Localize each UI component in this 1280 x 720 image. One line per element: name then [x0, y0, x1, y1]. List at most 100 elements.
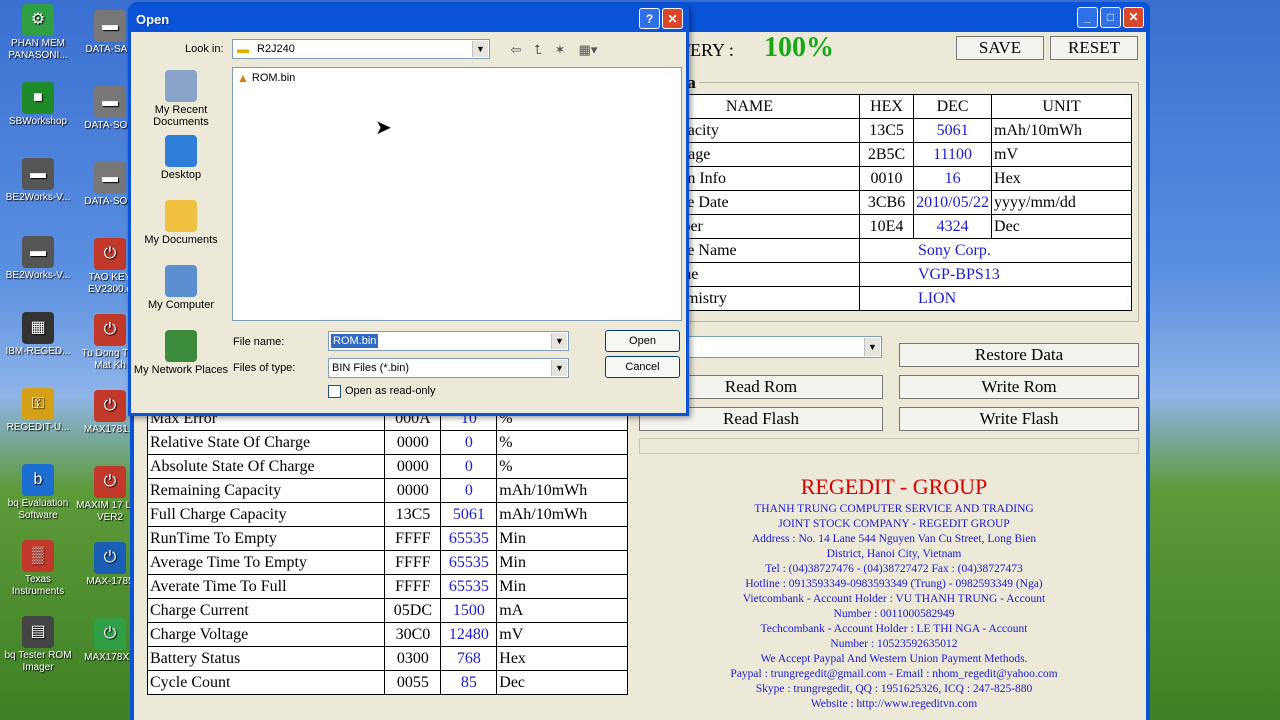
- info-line: We Accept Paypal And Western Union Payme…: [760, 653, 1028, 665]
- look-in-select[interactable]: ▬ R2J240 ▼: [232, 39, 490, 59]
- info-line: Address : No. 14 Lane 544 Nguyen Van Cu …: [751, 533, 1037, 545]
- cell-dec: 65535: [440, 526, 498, 551]
- file-item-rom[interactable]: ▲ ROM.bin: [237, 71, 295, 85]
- cell-hex: 0000: [384, 478, 442, 503]
- desktop-icon-item[interactable]: ■ SBWorkshop: [2, 82, 74, 128]
- power-icon: ⏻: [94, 542, 126, 574]
- cell-name: Charge Voltage: [146, 622, 386, 647]
- new-folder-icon[interactable]: ✶: [551, 42, 569, 58]
- dialog-close-button[interactable]: ✕: [662, 8, 683, 29]
- header-dec: DEC: [913, 94, 993, 119]
- file-list[interactable]: ▲ ROM.bin ➤: [232, 67, 682, 321]
- desktop-icon-label: BE2Works-V...: [5, 192, 71, 203]
- desktop-icon-item[interactable]: b bq Evaluation Software: [2, 464, 74, 522]
- info-line: Techcombank - Account Holder : LE THI NG…: [760, 623, 1028, 635]
- desktop-icon-item[interactable]: ⚿ REGEDIT-U...: [2, 388, 74, 434]
- cell-unit: mAh/10mWh: [991, 118, 1132, 143]
- read-only-checkbox[interactable]: [328, 385, 341, 398]
- place-label: Desktop: [160, 169, 202, 181]
- cell-value: VGP-BPS13: [858, 262, 1133, 287]
- maximize-button[interactable]: □: [1100, 6, 1121, 28]
- brand-title: REGEDIT - GROUP: [800, 474, 988, 499]
- minimize-button[interactable]: _: [1077, 6, 1098, 28]
- chevron-down-icon[interactable]: ▼: [472, 41, 488, 57]
- company-info-lines: THANH TRUNG COMPUTER SERVICE AND TRADING…: [639, 502, 1149, 712]
- desktop-icon-item[interactable]: ▒ Texas Instruments: [2, 540, 74, 598]
- cell-dec: 0: [440, 454, 498, 479]
- file-name-input[interactable]: ROM.bin ▼: [328, 331, 569, 351]
- header-unit: UNIT: [991, 94, 1132, 119]
- close-button[interactable]: ✕: [1123, 6, 1144, 28]
- place-item[interactable]: My Documents: [133, 198, 229, 263]
- write-flash-button[interactable]: Write Flash: [899, 407, 1139, 431]
- cell-name: Full Charge Capacity: [146, 502, 386, 527]
- cell-hex: 0000: [384, 454, 442, 479]
- progress-area: [639, 438, 1139, 454]
- info-line: THANH TRUNG COMPUTER SERVICE AND TRADING: [754, 503, 1034, 515]
- cell-hex: 0055: [384, 670, 442, 695]
- table-row: Cycle Count 0055 85 Dec: [146, 670, 628, 695]
- info-line: Tel : (04)38727476 - (04)38727472 Fax : …: [765, 563, 1023, 575]
- table-row: Absolute State Of Charge 0000 0%: [146, 454, 628, 479]
- my-computer-icon: [165, 265, 197, 297]
- reset-button[interactable]: RESET: [1050, 36, 1138, 60]
- chip-icon: ▬: [22, 158, 54, 190]
- cell-name: Charge Current: [146, 598, 386, 623]
- desktop-icon: [165, 135, 197, 167]
- info-line: Website : http://www.regeditvn.com: [810, 698, 978, 710]
- desktop-icon-item[interactable]: ▤ bq Tester ROM Imager: [2, 616, 74, 674]
- app-icon: ▤: [22, 616, 54, 648]
- chevron-down-icon[interactable]: ▼: [551, 360, 567, 376]
- files-of-type-label: Files of type:: [233, 362, 296, 374]
- files-of-type-select[interactable]: BIN Files (*.bin) ▼: [328, 358, 569, 378]
- look-in-value: R2J240: [257, 43, 295, 55]
- place-item[interactable]: My Computer: [133, 263, 229, 328]
- restore-data-button[interactable]: Restore Data: [899, 343, 1139, 367]
- write-rom-button[interactable]: Write Rom: [899, 375, 1139, 399]
- desktop-icon-label: SBWorkshop: [8, 116, 68, 127]
- table-row: ification Info001016Hex: [639, 166, 1132, 191]
- desktop-icon-label: IBM-REGED...: [5, 346, 71, 357]
- open-dialog: Open ? ✕ Look in: ▬ R2J240 ▼ ⇦ ⮤ ✶ ▦▾ My…: [128, 4, 689, 416]
- info-line: Number : 10523592635012: [830, 638, 958, 650]
- files-of-type-value: BIN Files (*.bin): [332, 362, 410, 374]
- desktop-icon-item[interactable]: ▬ BE2Works-V...: [2, 158, 74, 204]
- table-row: l Number10E44324Dec: [639, 214, 1132, 239]
- place-item[interactable]: Desktop: [133, 133, 229, 198]
- cell-hex: 0000: [384, 430, 442, 455]
- company-info: REGEDIT - GROUP THANH TRUNG COMPUTER SER…: [639, 472, 1149, 712]
- chevron-down-icon[interactable]: ▼: [551, 333, 567, 349]
- place-label: My Recent Documents: [153, 104, 209, 128]
- desktop-icon-item[interactable]: ▦ IBM-REGED...: [2, 312, 74, 358]
- cell-dec: 0: [440, 430, 498, 455]
- up-folder-icon[interactable]: ⮤: [529, 42, 547, 58]
- cell-dec: 4324: [913, 214, 993, 239]
- app-icon: b: [22, 464, 54, 496]
- power-icon: ⏻: [94, 618, 126, 650]
- place-item[interactable]: My Network Places: [133, 328, 229, 393]
- desktop-icon-label: bq Tester ROM Imager: [4, 650, 72, 673]
- power-icon: ⏻: [94, 238, 126, 270]
- desktop-icon-item[interactable]: ⚙ PHAN MEM PANASONI...: [2, 4, 74, 62]
- cancel-button[interactable]: Cancel: [605, 356, 680, 378]
- cell-unit: mAh/10mWh: [496, 502, 628, 527]
- back-icon[interactable]: ⇦: [507, 42, 525, 58]
- cell-unit: Hex: [991, 166, 1132, 191]
- cell-dec: 65535: [440, 574, 498, 599]
- save-button[interactable]: SAVE: [956, 36, 1044, 60]
- info-line: JOINT STOCK COMPANY - REGEDIT GROUP: [778, 518, 1010, 530]
- place-item[interactable]: My Recent Documents: [133, 68, 229, 133]
- open-button[interactable]: Open: [605, 330, 680, 352]
- view-menu-icon[interactable]: ▦▾: [575, 42, 601, 58]
- info-line: Skype : trungregedit, QQ : 1951625326, I…: [755, 683, 1033, 695]
- cell-name: Averate Time To Full: [146, 574, 386, 599]
- help-button[interactable]: ?: [639, 8, 660, 29]
- desktop-icon-item[interactable]: ▬ BE2Works-V...: [2, 236, 74, 282]
- chip-icon: ▦: [22, 312, 54, 344]
- chevron-down-icon[interactable]: ▼: [864, 338, 880, 356]
- cell-unit: Min: [496, 526, 628, 551]
- cell-dec: 5061: [913, 118, 993, 143]
- vlc-cone-icon: ▲: [237, 71, 249, 85]
- dialog-body: Look in: ▬ R2J240 ▼ ⇦ ⮤ ✶ ▦▾ My Recent D…: [131, 32, 686, 413]
- folder-icon: ▒: [22, 540, 54, 572]
